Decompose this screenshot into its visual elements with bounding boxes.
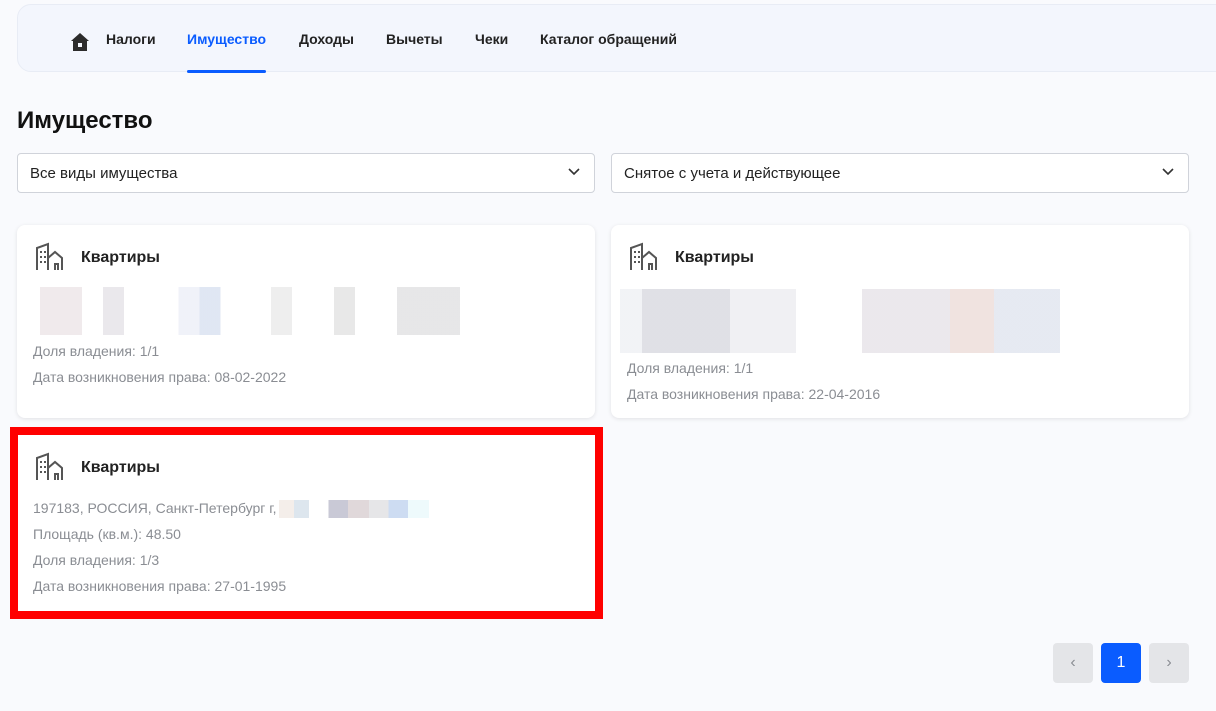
home-icon[interactable]: [70, 32, 90, 52]
prev-page-button[interactable]: ‹: [1053, 643, 1093, 683]
building-icon: [36, 242, 63, 270]
tab-requests-catalog[interactable]: Каталог обращений: [540, 5, 677, 73]
chevron-down-icon: [568, 168, 580, 176]
property-status-select[interactable]: Снятое с учета и действующее: [611, 153, 1189, 193]
ownership-date: Дата возникновения права: 08-02-2022: [33, 369, 287, 385]
ownership-share: Доля владения: 1/1: [33, 343, 160, 359]
tab-deductions[interactable]: Вычеты: [386, 5, 443, 73]
top-nav: Налоги Имущество Доходы Вычеты Чеки Ката…: [17, 4, 1216, 73]
property-status-value: Снятое с учета и действующее: [624, 165, 841, 182]
tab-property[interactable]: Имущество: [187, 5, 267, 73]
property-card[interactable]: Квартиры Доля владения: 1/1 Дата возникн…: [611, 225, 1189, 418]
building-icon: [630, 242, 657, 270]
ownership-share: Доля владения: 1/1: [627, 360, 754, 376]
tab-income[interactable]: Доходы: [299, 5, 354, 73]
redacted-address: [620, 289, 1060, 353]
page-1-button[interactable]: 1: [1101, 643, 1141, 683]
tab-taxes[interactable]: Налоги: [106, 5, 156, 73]
property-type-value: Все виды имущества: [30, 165, 178, 182]
highlight-box: [10, 427, 603, 619]
card-title: Квартиры: [81, 249, 160, 266]
next-page-button[interactable]: ›: [1149, 643, 1189, 683]
chevron-down-icon: [1162, 168, 1174, 176]
ownership-date: Дата возникновения права: 22-04-2016: [627, 386, 881, 402]
property-type-select[interactable]: Все виды имущества: [17, 153, 595, 193]
card-title: Квартиры: [675, 249, 754, 266]
page-title: Имущество: [17, 107, 153, 134]
property-card[interactable]: Квартиры Доля владения: 1/1 Дата возникн…: [17, 225, 595, 418]
redacted-address: [40, 287, 460, 335]
tab-receipts[interactable]: Чеки: [475, 5, 508, 73]
